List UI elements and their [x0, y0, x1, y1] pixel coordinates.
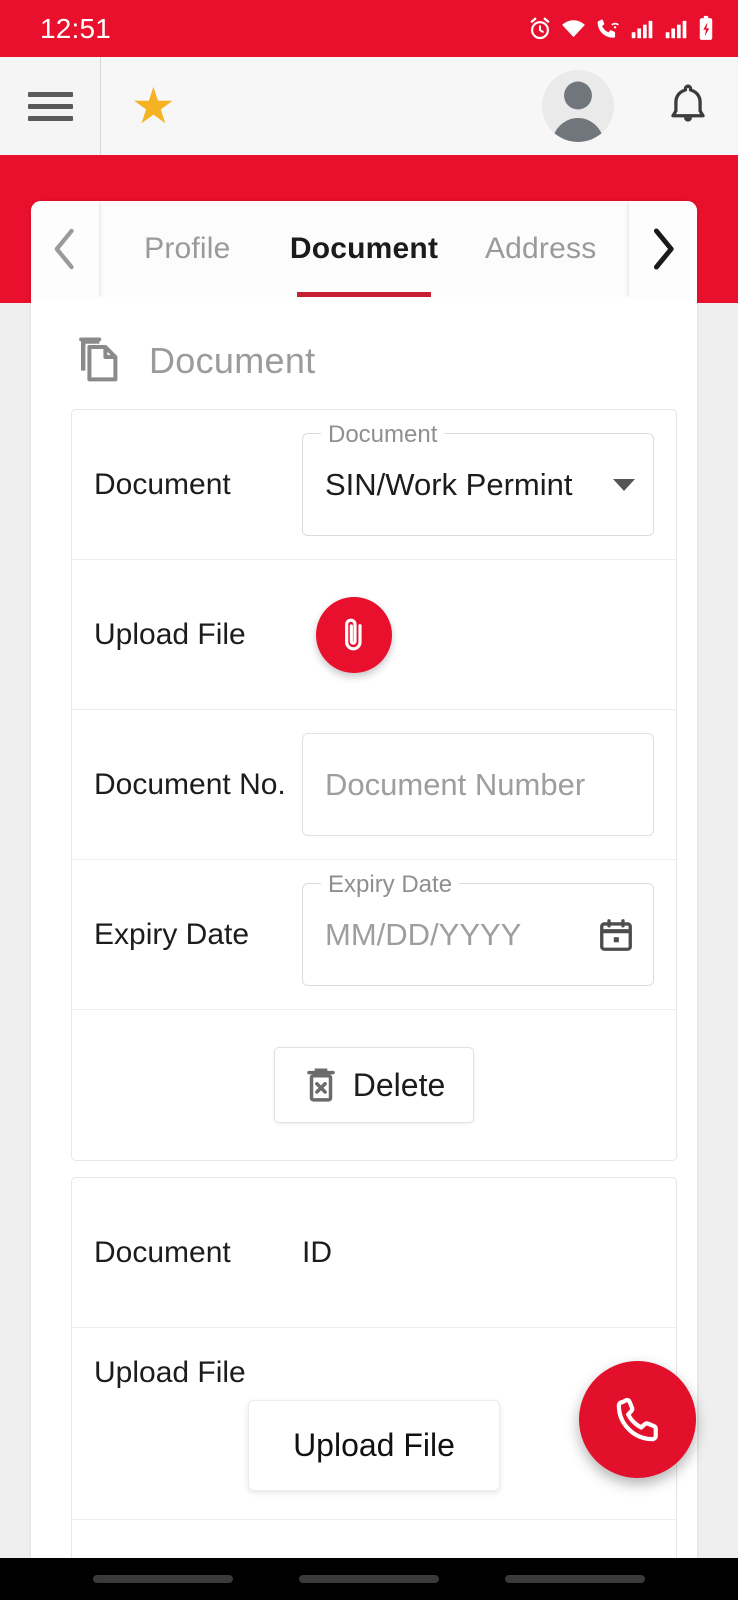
document-type-row-2: Document ID — [72, 1178, 676, 1328]
expiry-date-row: Expiry Date Expiry Date MM/DD/YYYY — [72, 860, 676, 1010]
delete-button-label: Delete — [352, 1066, 446, 1103]
document-type-value: SIN/Work Permint — [325, 466, 573, 502]
attach-file-button[interactable] — [316, 596, 392, 673]
delete-button[interactable]: Delete — [273, 1047, 475, 1123]
status-icons — [527, 15, 716, 42]
tab-bar: Profile Document Address — [31, 201, 697, 297]
document-type-label: Document — [94, 467, 231, 501]
section-header: Document — [31, 297, 697, 409]
upload-file-label: Upload File — [94, 617, 246, 651]
recents-button[interactable] — [93, 1575, 233, 1583]
upload-file-row: Upload File — [72, 560, 676, 710]
document-card-1: Document Document SIN/Work Permint Uploa… — [71, 409, 677, 1161]
document-number-row: Document No. Document Number — [72, 710, 676, 860]
bell-icon[interactable] — [666, 82, 710, 130]
status-bar: 12:51 — [0, 0, 738, 57]
expiry-date-input[interactable]: Expiry Date MM/DD/YYYY — [302, 871, 654, 986]
status-time: 12:51 — [40, 12, 112, 44]
paperclip-icon — [345, 618, 362, 650]
chevron-right-icon — [653, 228, 674, 270]
document-type-field-wrap-2: ID — [302, 1236, 656, 1270]
document-type-label-2: Document — [94, 1235, 231, 1269]
document-type-value-2: ID — [302, 1235, 332, 1269]
expiry-date-label: Expiry Date — [94, 917, 250, 951]
trash-delete-icon — [306, 1068, 335, 1102]
upload-file-field-wrap — [302, 596, 656, 673]
phone-screen: 12:51 ★ Profile Document Address Documen… — [0, 0, 738, 1600]
expiry-date-float-label: Expiry Date — [321, 871, 460, 899]
alarm-icon — [530, 17, 550, 39]
tab-profile[interactable]: Profile — [99, 201, 276, 297]
upload-file-field-wrap-2: Upload File — [92, 1400, 656, 1491]
toolbar-right-area: ★ — [101, 57, 738, 155]
expiry-date-placeholder: MM/DD/YYYY — [325, 916, 522, 952]
tab-next-arrow[interactable] — [629, 201, 697, 297]
android-nav-bar — [0, 1558, 738, 1600]
tab-address[interactable]: Address — [452, 201, 629, 297]
user-avatar-icon[interactable] — [542, 70, 614, 142]
calendar-icon[interactable] — [597, 916, 635, 954]
hamburger-icon[interactable] — [0, 57, 100, 155]
tab-prev-arrow[interactable] — [31, 201, 99, 297]
document-type-float-label: Document — [321, 421, 445, 449]
document-type-row: Document Document SIN/Work Permint — [72, 410, 676, 560]
page-body: Document Document Document SIN/Work Perm… — [31, 297, 697, 1558]
chevron-down-icon — [613, 478, 635, 491]
wifi-icon — [562, 19, 585, 37]
wifi-calling-icon — [597, 18, 619, 38]
call-button[interactable] — [579, 1361, 696, 1478]
phone-icon — [616, 1397, 658, 1441]
content-panel: Profile Document Address Document Docume… — [31, 201, 697, 1558]
document-type-field-wrap: Document SIN/Work Permint — [302, 421, 656, 536]
app-toolbar: ★ — [0, 57, 738, 155]
expiry-date-field-wrap: Expiry Date MM/DD/YYYY — [302, 871, 656, 986]
documents-copy-icon — [79, 337, 118, 382]
document-number-field-wrap: Document Number — [302, 733, 656, 836]
battery-charging-icon — [699, 15, 713, 40]
star-icon[interactable]: ★ — [131, 81, 176, 131]
signal-bars-2-icon — [665, 20, 687, 38]
signal-bars-1-icon — [631, 20, 653, 38]
document-number-label: Document No. — [94, 767, 286, 801]
toolbar-icon-group — [542, 70, 710, 142]
back-button[interactable] — [505, 1575, 645, 1583]
tab-document[interactable]: Document — [276, 201, 453, 297]
document-number-row-2: Document No. — [72, 1520, 676, 1558]
page-title: Document — [149, 340, 316, 381]
home-button[interactable] — [299, 1575, 439, 1583]
delete-row: Delete — [72, 1010, 676, 1160]
upload-file-button[interactable]: Upload File — [248, 1400, 500, 1491]
document-card-2: Document ID Upload File Upload File Docu… — [71, 1177, 677, 1558]
tabs-scroll-area: Profile Document Address — [99, 201, 629, 297]
document-type-select[interactable]: Document SIN/Work Permint — [302, 421, 654, 536]
upload-file-label-2: Upload File — [94, 1356, 246, 1389]
chevron-left-icon — [54, 228, 74, 270]
document-number-input[interactable]: Document Number — [302, 733, 654, 836]
avatar-silhouette-icon — [551, 81, 605, 142]
